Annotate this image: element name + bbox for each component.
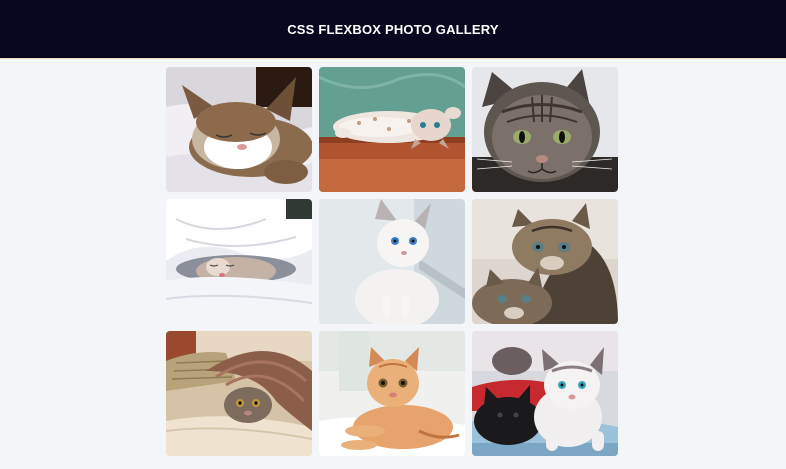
cat-photo-tabby-portrait (472, 67, 618, 192)
cat-photo-orange-kitten (319, 331, 465, 456)
gallery-photo[interactable] (319, 331, 465, 456)
cat-photo-black-and-white-kittens (472, 331, 618, 456)
page-header: CSS FLEXBOX PHOTO GALLERY (0, 0, 786, 59)
gallery-photo[interactable] (472, 67, 618, 192)
cat-photo-two-tabby-kittens (472, 199, 618, 324)
cat-photo-kitten-under-rug (166, 331, 312, 456)
cat-photo-playful-kitten (319, 67, 465, 192)
gallery-photo[interactable] (166, 67, 312, 192)
cat-photo-sleeping-kitten (166, 67, 312, 192)
cat-photo-white-siamese-kitten (319, 199, 465, 324)
gallery-photo[interactable] (319, 199, 465, 324)
cat-photo-kitten-under-blanket (166, 199, 312, 324)
gallery-photo[interactable] (166, 199, 312, 324)
page-title: CSS FLEXBOX PHOTO GALLERY (287, 21, 499, 37)
gallery-photo[interactable] (472, 199, 618, 324)
gallery-photo[interactable] (166, 331, 312, 456)
gallery-photo[interactable] (472, 331, 618, 456)
photo-gallery (166, 67, 618, 456)
gallery-photo[interactable] (319, 67, 465, 192)
